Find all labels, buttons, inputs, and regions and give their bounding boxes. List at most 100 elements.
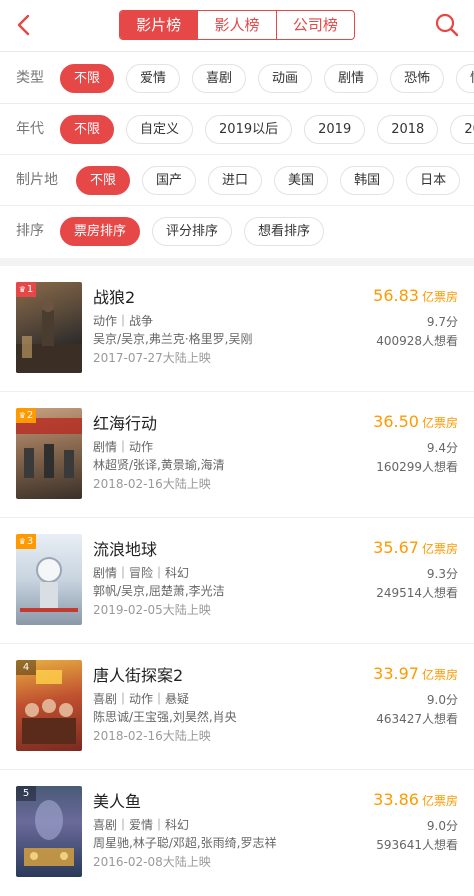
- movie-poster[interactable]: ♛ 2: [16, 408, 82, 499]
- movie-genre: 动作｜战争: [93, 314, 154, 328]
- filter-chip[interactable]: 2019以后: [205, 115, 293, 144]
- want-count: 160299人想看: [376, 460, 458, 474]
- sort-chip[interactable]: 票房排序: [60, 217, 141, 246]
- filter-label: 类型: [16, 70, 44, 86]
- rank-badge: ♛ 2: [16, 408, 36, 423]
- tab-people-ranking[interactable]: 影人榜: [197, 11, 275, 39]
- list-item[interactable]: ♛ 1 战狼2 动作｜战争 吴京/吴京,弗兰克·格里罗,吴刚 2017-07-27…: [0, 266, 474, 392]
- list-item[interactable]: 5 美人鱼 喜剧｜爱情｜科幻 周星驰,林子聪/邓超,张雨绮,罗志祥 2016-0…: [0, 770, 474, 896]
- filter-chip[interactable]: 2019: [304, 115, 366, 144]
- search-button[interactable]: [432, 10, 462, 40]
- movie-title[interactable]: 唐人街探案2: [93, 662, 183, 686]
- movie-cast: 陈思诚/王宝强,刘昊然,肖央: [93, 710, 237, 724]
- tab-company-ranking[interactable]: 公司榜: [275, 11, 354, 39]
- filter-chip[interactable]: 进口: [208, 166, 263, 195]
- movie-genre: 剧情｜动作: [93, 440, 154, 454]
- box-office: 33.97 亿票房: [373, 664, 458, 683]
- rank-badge: ♛ 1: [16, 282, 36, 297]
- filter-row-year: 年代 不限 自定义 2019以后 2019 2018 2017: [0, 104, 474, 155]
- release-date: 2018-02-16大陆上映: [93, 477, 211, 491]
- filter-chip[interactable]: 动画: [258, 64, 313, 93]
- list-item[interactable]: ♛ 2 红海行动 剧情｜动作 林超贤/张译,黄景瑜,海清 2018-02-16大陆…: [0, 392, 474, 518]
- filter-chip[interactable]: 惊悚: [456, 64, 474, 93]
- movie-score: 9.4分: [426, 441, 458, 455]
- sort-chip[interactable]: 评分排序: [152, 217, 233, 246]
- ranking-tabs: 影片榜 影人榜 公司榜: [119, 10, 355, 40]
- movie-title[interactable]: 红海行动: [93, 410, 157, 434]
- movie-score: 9.0分: [426, 693, 458, 707]
- box-office-unit: 亿票房: [421, 668, 458, 682]
- filter-chip[interactable]: 爱情: [126, 64, 181, 93]
- movie-cast: 林超贤/张译,黄景瑜,海清: [93, 458, 225, 472]
- filter-chip[interactable]: 韩国: [340, 166, 395, 195]
- movie-genre: 喜剧｜爱情｜科幻: [93, 818, 190, 832]
- movie-poster[interactable]: ♛ 3: [16, 534, 82, 625]
- crown-icon: ♛: [18, 411, 26, 420]
- movie-title[interactable]: 战狼2: [93, 284, 135, 308]
- filter-label: 排序: [16, 223, 44, 239]
- filter-chip[interactable]: 2017: [450, 115, 474, 144]
- movie-cast: 郭帆/吴京,屈楚萧,李光洁: [93, 584, 225, 598]
- movie-poster[interactable]: 5: [16, 786, 82, 877]
- top-bar: 影片榜 影人榜 公司榜: [0, 0, 474, 52]
- movie-score: 9.3分: [426, 567, 458, 581]
- filter-chip[interactable]: 不限: [76, 166, 131, 195]
- box-office-unit: 亿票房: [421, 542, 458, 556]
- list-item[interactable]: 4 唐人街探案2 喜剧｜动作｜悬疑 陈思诚/王宝强,刘昊然,肖央 2018-02…: [0, 644, 474, 770]
- release-date: 2019-02-05大陆上映: [93, 603, 211, 617]
- want-count: 463427人想看: [376, 712, 458, 726]
- rank-badge: 5: [16, 786, 36, 801]
- movie-poster[interactable]: ♛ 1: [16, 282, 82, 373]
- crown-icon: ♛: [18, 537, 26, 546]
- movie-title[interactable]: 流浪地球: [93, 536, 157, 560]
- box-office: 36.50 亿票房: [373, 412, 458, 431]
- box-office-unit: 亿票房: [421, 290, 458, 304]
- want-count: 400928人想看: [376, 334, 458, 348]
- movie-genre: 剧情｜冒险｜科幻: [93, 566, 190, 580]
- movie-poster[interactable]: 4: [16, 660, 82, 751]
- movie-list: ♛ 1 战狼2 动作｜战争 吴京/吴京,弗兰克·格里罗,吴刚 2017-07-27…: [0, 266, 474, 896]
- box-office-value: 56.83: [373, 286, 419, 305]
- release-date: 2017-07-27大陆上映: [93, 351, 211, 365]
- filter-label: 制片地: [16, 172, 58, 188]
- filter-chip[interactable]: 2018: [377, 115, 439, 144]
- filter-label: 年代: [16, 121, 44, 137]
- crown-icon: ♛: [18, 285, 26, 294]
- section-divider: [0, 258, 474, 266]
- filter-chip[interactable]: 国产: [142, 166, 197, 195]
- movie-genre: 喜剧｜动作｜悬疑: [93, 692, 190, 706]
- release-date: 2016-02-08大陆上映: [93, 855, 211, 869]
- filter-chip[interactable]: 喜剧: [192, 64, 247, 93]
- box-office: 56.83 亿票房: [373, 286, 458, 305]
- box-office-value: 33.86: [373, 790, 419, 809]
- movie-score: 9.0分: [426, 819, 458, 833]
- sort-chip[interactable]: 想看排序: [244, 217, 325, 246]
- box-office-value: 35.67: [373, 538, 419, 557]
- back-button[interactable]: [10, 10, 40, 40]
- filter-row-sort: 排序 票房排序 评分排序 想看排序: [0, 206, 474, 257]
- rank-badge: 4: [16, 660, 36, 675]
- tab-movie-ranking[interactable]: 影片榜: [120, 11, 198, 39]
- movie-title[interactable]: 美人鱼: [93, 788, 141, 812]
- movie-cast: 周星驰,林子聪/邓超,张雨绮,罗志祥: [93, 836, 277, 850]
- filter-panel: 类型 不限 爱情 喜剧 动画 剧情 恐怖 惊悚 年代 不限 自定义 2019以后…: [0, 53, 474, 257]
- box-office-unit: 亿票房: [421, 794, 458, 808]
- filter-chip[interactable]: 美国: [274, 166, 329, 195]
- filter-chip[interactable]: 恐怖: [390, 64, 445, 93]
- list-item[interactable]: ♛ 3 流浪地球 剧情｜冒险｜科幻 郭帆/吴京,屈楚萧,李光洁 2019-02-0…: [0, 518, 474, 644]
- movie-cast: 吴京/吴京,弗兰克·格里罗,吴刚: [93, 332, 253, 346]
- filter-chip[interactable]: 剧情: [324, 64, 379, 93]
- box-office-unit: 亿票房: [421, 416, 458, 430]
- box-office: 35.67 亿票房: [373, 538, 458, 557]
- filter-chip[interactable]: 不限: [60, 115, 115, 144]
- box-office-value: 36.50: [373, 412, 419, 431]
- filter-chip[interactable]: 不限: [60, 64, 115, 93]
- want-count: 593641人想看: [376, 838, 458, 852]
- want-count: 249514人想看: [376, 586, 458, 600]
- filter-chip[interactable]: 日本: [406, 166, 461, 195]
- search-icon: [435, 13, 459, 37]
- release-date: 2018-02-16大陆上映: [93, 729, 211, 743]
- filter-chip[interactable]: 自定义: [126, 115, 194, 144]
- filter-row-region: 制片地 不限 国产 进口 美国 韩国 日本: [0, 155, 474, 206]
- box-office: 33.86 亿票房: [373, 790, 458, 809]
